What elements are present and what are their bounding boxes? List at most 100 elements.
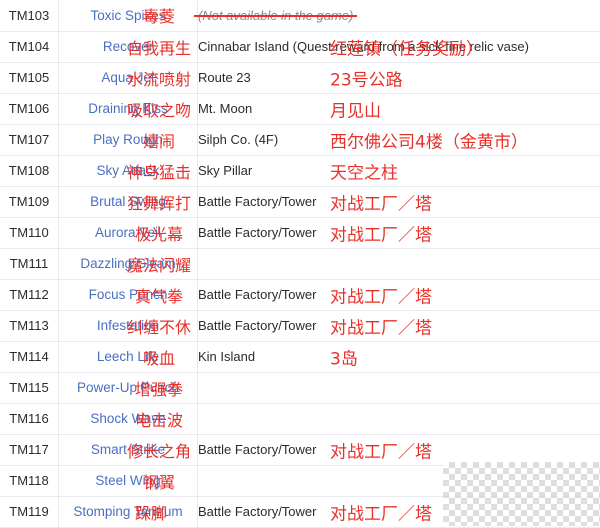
move-name-cell: Power-Up Punch增强拳 (59, 372, 198, 403)
location-text: Battle Factory/Tower (198, 504, 317, 519)
location-unavailable-note: (Not available in the game) (198, 8, 353, 23)
location-annotation-cn: 对战工厂／塔 (330, 282, 432, 307)
tm-id-cell: TM106 (0, 93, 59, 124)
table-row: TM117Smart Strike修长之角Battle Factory/Towe… (0, 434, 600, 465)
location-text: Battle Factory/Tower (198, 318, 317, 333)
location-text: Kin Island (198, 349, 255, 364)
move-name-link[interactable]: Steel Wing (95, 473, 160, 488)
tm-id-cell: TM110 (0, 217, 59, 248)
table-row: TM104Recover自我再生Cinnabar Island (Quest r… (0, 31, 600, 62)
tm-id-cell: TM105 (0, 62, 59, 93)
move-name-link[interactable]: Smart Strike (91, 442, 165, 457)
location-cell: Kin Island 3岛 (198, 341, 600, 372)
location-annotation-cn: 对战工厂／塔 (330, 499, 432, 524)
location-text: Battle Factory/Tower (198, 287, 317, 302)
location-text: Silph Co. (4F) (198, 132, 278, 147)
tm-id-cell: TM108 (0, 155, 59, 186)
tm-id-cell: TM103 (0, 0, 59, 31)
location-annotation-cn: 23号公路 (330, 65, 403, 90)
table-row: TM111Dazzling Gleam魔法闪耀 (0, 248, 600, 279)
move-name-link[interactable]: Aurora Veil (95, 225, 161, 240)
location-annotation-cn: 3岛 (330, 344, 358, 369)
location-cell: (Not available in the game) (198, 0, 600, 31)
table-row: TM114Leech Life吸血Kin Island 3岛 (0, 341, 600, 372)
move-name-cell: Aurora Veil极光幕 (59, 217, 198, 248)
move-name-cell: Focus Punch真气拳 (59, 279, 198, 310)
location-cell (198, 248, 600, 279)
move-name-cell: Steel Wing钢翼 (59, 465, 198, 496)
move-name-link[interactable]: Focus Punch (89, 287, 168, 302)
move-name-cell: Leech Life吸血 (59, 341, 198, 372)
table-row: TM108Sky Attack神鸟猛击Sky Pillar天空之柱 (0, 155, 600, 186)
move-name-link[interactable]: Leech Life (97, 349, 159, 364)
table-row: TM115Power-Up Punch增强拳 (0, 372, 600, 403)
location-cell: Cinnabar Island (Quest reward from a sic… (198, 31, 600, 62)
location-text: Route 23 (198, 70, 251, 85)
location-cell: Silph Co. (4F) 西尔佛公司4楼（金黄市） (198, 124, 600, 155)
tm-id-cell: TM109 (0, 186, 59, 217)
table-row: TM112Focus Punch真气拳Battle Factory/Tower对… (0, 279, 600, 310)
tm-id-cell: TM111 (0, 248, 59, 279)
tm-id-cell: TM107 (0, 124, 59, 155)
move-name-link[interactable]: Brutal Swing (90, 194, 166, 209)
move-name-link[interactable]: Shock Wave (90, 411, 165, 426)
move-name-cell: Aqua Jet水流喷射 (59, 62, 198, 93)
location-cell (198, 403, 600, 434)
location-text: Cinnabar Island (Quest reward from a sic… (198, 39, 529, 54)
move-name-cell: Dazzling Gleam魔法闪耀 (59, 248, 198, 279)
table-row: TM106Draining Kiss吸取之吻Mt. Moon 月见山 (0, 93, 600, 124)
location-annotation-cn: 对战工厂／塔 (330, 313, 432, 338)
move-name-cell: Shock Wave电击波 (59, 403, 198, 434)
location-cell: Mt. Moon 月见山 (198, 93, 600, 124)
location-text: Battle Factory/Tower (198, 442, 317, 457)
tm-table-body: TM103Toxic Spikes毒菱(Not available in the… (0, 0, 600, 527)
table-row: TM103Toxic Spikes毒菱(Not available in the… (0, 0, 600, 31)
tm-id-cell: TM114 (0, 341, 59, 372)
location-text: Battle Factory/Tower (198, 225, 317, 240)
move-name-cell: Recover自我再生 (59, 31, 198, 62)
move-name-link[interactable]: Dazzling Gleam (80, 256, 175, 271)
location-cell (198, 372, 600, 403)
move-name-link[interactable]: Aqua Jet (101, 70, 154, 85)
location-text: Sky Pillar (198, 163, 252, 178)
tm-id-cell: TM119 (0, 496, 59, 527)
tm-id-cell: TM117 (0, 434, 59, 465)
table-row: TM113Infestation纠缠不休Battle Factory/Tower… (0, 310, 600, 341)
tm-id-cell: TM113 (0, 310, 59, 341)
move-name-cell: Draining Kiss吸取之吻 (59, 93, 198, 124)
move-name-link[interactable]: Play Rough (93, 132, 163, 147)
move-name-link[interactable]: Power-Up Punch (77, 380, 179, 395)
move-name-link[interactable]: Sky Attack (96, 163, 159, 178)
location-text: Battle Factory/Tower (198, 194, 317, 209)
location-cell: Route 23 23号公路 (198, 62, 600, 93)
transparency-checkerboard (443, 462, 600, 526)
tm-list-table: TM103Toxic Spikes毒菱(Not available in the… (0, 0, 600, 528)
location-cell: Battle Factory/Tower 对战工厂／塔 (198, 217, 600, 248)
move-name-link[interactable]: Infestation (97, 318, 159, 333)
location-cell: Battle Factory/Tower 对战工厂／塔 (198, 310, 600, 341)
move-name-cell: Stomping Tantrum跺脚 (59, 496, 198, 527)
location-cell: Battle Factory/Tower对战工厂／塔 (198, 186, 600, 217)
tm-id-cell: TM118 (0, 465, 59, 496)
tm-id-cell: TM115 (0, 372, 59, 403)
table-row: TM105Aqua Jet水流喷射Route 23 23号公路 (0, 62, 600, 93)
location-annotation-cn: 天空之柱 (330, 158, 398, 183)
location-annotation-cn: 对战工厂／塔 (330, 437, 432, 462)
move-name-cell: Brutal Swing狂舞挥打 (59, 186, 198, 217)
move-name-link[interactable]: Stomping Tantrum (73, 504, 182, 519)
location-annotation-cn: 西尔佛公司4楼（金黄市） (330, 127, 528, 152)
tm-id-cell: TM116 (0, 403, 59, 434)
location-annotation-cn: 对战工厂／塔 (330, 220, 432, 245)
tm-id-cell: TM104 (0, 31, 59, 62)
move-name-link[interactable]: Recover (103, 39, 153, 54)
move-name-cell: Play Rough嬉闹 (59, 124, 198, 155)
move-name-link[interactable]: Draining Kiss (88, 101, 168, 116)
table-row: TM110Aurora Veil极光幕Battle Factory/Tower 对… (0, 217, 600, 248)
move-name-cell: Infestation纠缠不休 (59, 310, 198, 341)
table-row: TM116Shock Wave电击波 (0, 403, 600, 434)
location-annotation-cn: 月见山 (330, 96, 381, 121)
location-cell: Sky Pillar 天空之柱 (198, 155, 600, 186)
location-text: Mt. Moon (198, 101, 252, 116)
location-cell: Battle Factory/Tower 对战工厂／塔 (198, 434, 600, 465)
move-name-link[interactable]: Toxic Spikes (90, 8, 165, 23)
